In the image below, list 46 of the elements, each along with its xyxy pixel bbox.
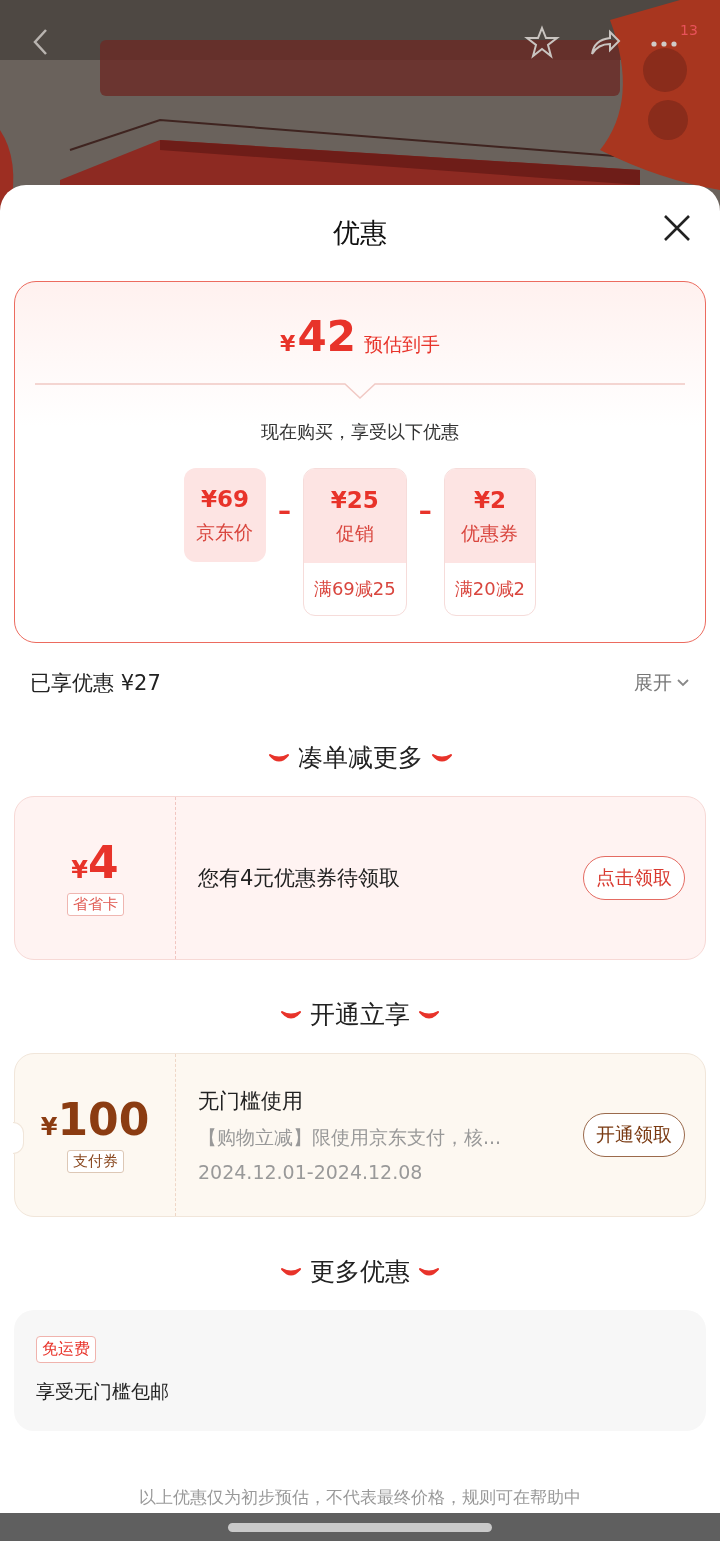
curve-icon [280,1008,302,1021]
section-title: 更多优惠 [310,1256,410,1288]
section-title: 凑单减更多 [297,742,423,774]
disclaimer-text: 以上优惠仅为初步预估，不代表最终价格，规则可在帮助中 [138,1486,582,1509]
discount-condition: 满69减25 [312,577,397,601]
coupon-title: 您有4元优惠券待领取 [198,865,402,892]
currency-sign: ¥ [71,855,89,884]
curve-icon [418,1265,440,1278]
estimated-price: 42 [297,316,356,358]
offer-subtitle: 现在购买，享受以下优惠 [260,420,460,444]
claim-button[interactable]: 开通领取 [583,1113,685,1157]
curve-icon [430,751,453,764]
offer-description: 享受无门槛包邮 [36,1379,169,1404]
chevron-down-icon [676,678,690,688]
sheet-title: 优惠 [333,216,387,250]
expand-toggle[interactable]: 展开 [634,670,690,696]
coupon-tag: 支付券 [66,1149,124,1173]
home-indicator[interactable] [228,1522,492,1532]
savings-total: 已享优惠 ¥27 [30,670,161,697]
coupon-tag: 省省卡 [66,892,124,916]
minus-sign: – [418,496,432,526]
price-label: 促销 [334,521,375,546]
validity-dates: 2024.12.01-2024.12.08 [198,1161,424,1183]
price-amount: ¥2 [472,487,507,513]
coupon-description: 【购物立减】限使用京东支付，核... [198,1125,503,1150]
star-icon[interactable] [524,24,560,60]
discount-condition: 满20减2 [453,577,527,601]
offer-tag: 免运费 [36,1336,96,1363]
section-title: 开通立享 [310,999,410,1031]
coupon-amount: 100 [57,1097,150,1142]
coupon-amount: 4 [88,840,119,885]
price-label: 京东价 [195,520,255,545]
price-amount: ¥25 [329,487,380,513]
claim-button[interactable]: 点击领取 [583,856,685,900]
price-amount: ¥69 [199,486,250,512]
coupon-title: 无门槛使用 [198,1088,304,1115]
curve-icon [280,1265,302,1278]
curve-icon [418,1008,440,1021]
price-label: 优惠券 [460,521,520,546]
currency-sign: ¥ [280,331,296,356]
close-icon[interactable] [662,213,692,243]
notification-count: 13 [680,22,698,38]
minus-sign: – [277,496,291,526]
currency-sign: ¥ [40,1112,58,1141]
estimate-label: 预估到手 [363,332,440,357]
curve-icon [267,751,290,764]
